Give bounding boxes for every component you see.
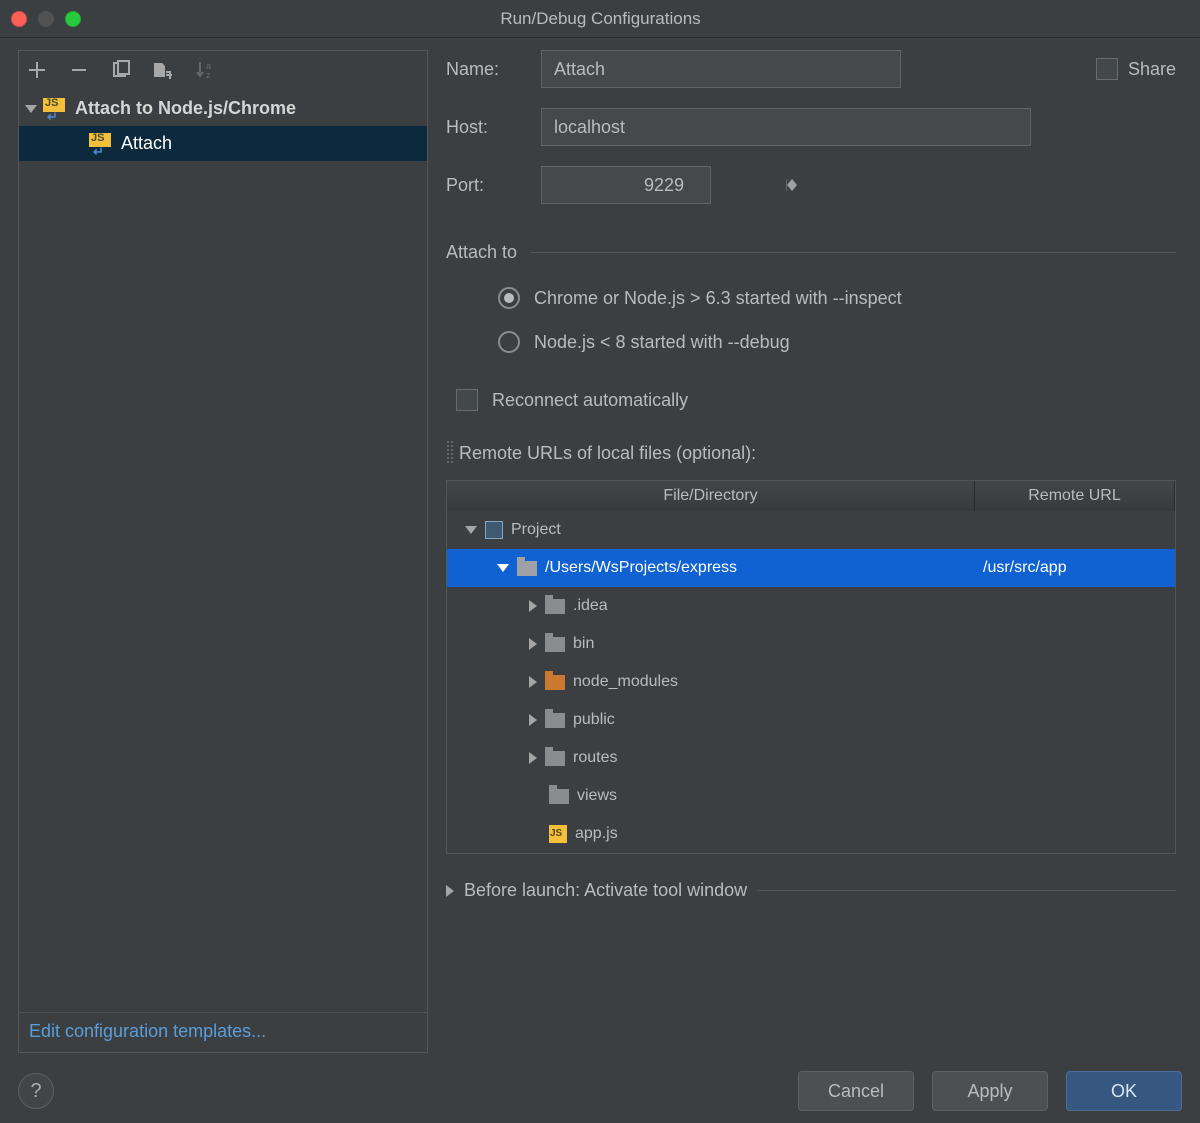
before-launch-section[interactable]: Before launch: Activate tool window xyxy=(446,880,1176,901)
host-label: Host: xyxy=(446,117,541,138)
caret-down-icon xyxy=(787,185,797,191)
window-close-icon[interactable] xyxy=(11,11,27,27)
ok-button[interactable]: OK xyxy=(1066,1071,1182,1111)
tree-row-views[interactable]: views xyxy=(447,777,1175,815)
configurations-sidebar: az JS↵ Attach to Node.js/Chrome JS↵ Atta… xyxy=(18,50,428,1053)
chevron-right-icon xyxy=(529,752,537,764)
folder-icon xyxy=(549,789,569,804)
config-group-label: Attach to Node.js/Chrome xyxy=(75,98,296,119)
before-launch-label: Before launch: Activate tool window xyxy=(464,880,747,901)
sort-alpha-button: az xyxy=(193,59,217,81)
chevron-right-icon xyxy=(529,600,537,612)
tree-row-label: .idea xyxy=(573,597,608,615)
reconnect-label: Reconnect automatically xyxy=(492,390,688,411)
nodejs-attach-icon: JS↵ xyxy=(89,133,115,155)
folder-icon xyxy=(517,561,537,576)
add-configuration-button[interactable] xyxy=(25,59,49,81)
tree-row-idea[interactable]: .idea xyxy=(447,587,1175,625)
column-remote-url[interactable]: Remote URL xyxy=(975,481,1175,511)
expand-icon xyxy=(25,105,37,113)
folder-icon xyxy=(545,713,565,728)
attach-to-heading: Attach to xyxy=(446,242,517,263)
tree-row-label: bin xyxy=(573,635,594,653)
attach-option-debug[interactable]: Node.js < 8 started with --debug xyxy=(498,331,1176,353)
edit-templates-link[interactable]: Edit configuration templates... xyxy=(29,1021,266,1041)
attach-option-inspect[interactable]: Chrome or Node.js > 6.3 started with --i… xyxy=(498,287,1176,309)
attach-option-debug-label: Node.js < 8 started with --debug xyxy=(534,332,790,353)
svg-text:z: z xyxy=(206,70,211,80)
chevron-down-icon xyxy=(497,564,509,572)
tree-row-label: app.js xyxy=(575,825,618,843)
apply-button[interactable]: Apply xyxy=(932,1071,1048,1111)
remove-configuration-button[interactable] xyxy=(67,59,91,81)
config-group-attach-node[interactable]: JS↵ Attach to Node.js/Chrome xyxy=(19,91,427,126)
share-checkbox[interactable] xyxy=(1096,58,1118,80)
config-item-attach[interactable]: JS↵ Attach xyxy=(19,126,427,161)
port-input[interactable] xyxy=(542,175,786,196)
tree-row-label: routes xyxy=(573,749,617,767)
folder-icon xyxy=(545,637,565,652)
help-button[interactable]: ? xyxy=(18,1073,54,1109)
configuration-panel: Name: Share Host: Port: xyxy=(446,50,1182,1053)
tree-row-label: views xyxy=(577,787,617,805)
tree-row-public[interactable]: public xyxy=(447,701,1175,739)
nodejs-attach-icon: JS↵ xyxy=(43,98,69,120)
chevron-right-icon xyxy=(529,714,537,726)
tree-row-url[interactable]: /usr/src/app xyxy=(975,559,1175,577)
window-minimize-icon xyxy=(38,11,54,27)
chevron-down-icon xyxy=(465,526,477,534)
config-item-label: Attach xyxy=(121,133,172,154)
tree-row-label: public xyxy=(573,711,615,729)
save-configuration-button[interactable] xyxy=(151,59,175,81)
dialog-button-bar: ? Cancel Apply OK xyxy=(18,1053,1182,1111)
share-label: Share xyxy=(1128,59,1176,80)
tree-row-label: Project xyxy=(511,521,561,539)
reconnect-checkbox[interactable] xyxy=(456,389,478,411)
chevron-right-icon xyxy=(529,676,537,688)
name-label: Name: xyxy=(446,59,541,80)
project-icon xyxy=(485,521,503,539)
window-title: Run/Debug Configurations xyxy=(81,9,1200,29)
radio-selected-icon xyxy=(498,287,520,309)
reconnect-row[interactable]: Reconnect automatically xyxy=(456,389,1176,411)
chevron-right-icon xyxy=(529,638,537,650)
name-input[interactable] xyxy=(541,50,901,88)
javascript-file-icon xyxy=(549,825,567,843)
port-label: Port: xyxy=(446,175,541,196)
attach-option-inspect-label: Chrome or Node.js > 6.3 started with --i… xyxy=(534,288,902,309)
radio-unselected-icon xyxy=(498,331,520,353)
column-file-directory[interactable]: File/Directory xyxy=(447,481,975,511)
cancel-button[interactable]: Cancel xyxy=(798,1071,914,1111)
folder-icon xyxy=(545,599,565,614)
tree-row-appjs[interactable]: app.js xyxy=(447,815,1175,853)
window-zoom-icon[interactable] xyxy=(65,11,81,27)
configurations-tree: JS↵ Attach to Node.js/Chrome JS↵ Attach xyxy=(19,91,427,1012)
divider xyxy=(757,890,1176,891)
folder-icon xyxy=(545,751,565,766)
divider xyxy=(531,252,1176,253)
host-input[interactable] xyxy=(541,108,1031,146)
tree-row-label: /Users/WsProjects/express xyxy=(545,559,737,577)
folder-excluded-icon xyxy=(545,675,565,690)
drag-handle-icon[interactable] xyxy=(446,440,453,464)
sidebar-toolbar: az xyxy=(19,51,427,91)
copy-configuration-button[interactable] xyxy=(109,59,133,81)
tree-row-project[interactable]: Project xyxy=(447,511,1175,549)
tree-row-bin[interactable]: bin xyxy=(447,625,1175,663)
chevron-right-icon xyxy=(446,885,454,897)
tree-row-node-modules[interactable]: node_modules xyxy=(447,663,1175,701)
remote-urls-table: File/Directory Remote URL Project /Users… xyxy=(446,480,1176,854)
titlebar: Run/Debug Configurations xyxy=(0,0,1200,38)
port-step-down[interactable] xyxy=(787,185,797,191)
tree-row-label: node_modules xyxy=(573,673,678,691)
tree-row-routes[interactable]: routes xyxy=(447,739,1175,777)
port-input-wrapper xyxy=(541,166,711,204)
tree-row-express[interactable]: /Users/WsProjects/express /usr/src/app xyxy=(447,549,1175,587)
remote-urls-heading: Remote URLs of local files (optional): xyxy=(459,443,756,464)
